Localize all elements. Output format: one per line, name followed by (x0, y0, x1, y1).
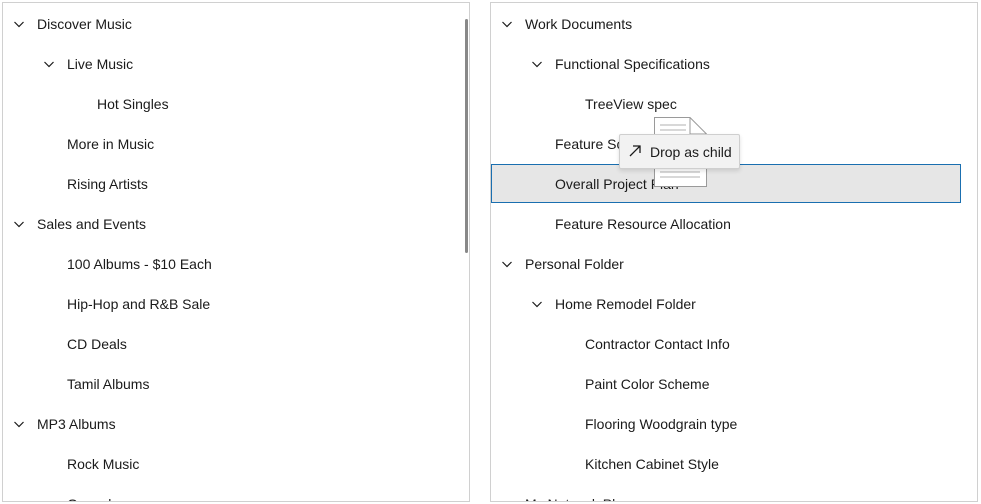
vertical-scrollbar[interactable] (465, 19, 468, 253)
left-tree-item[interactable]: More in Music (3, 124, 469, 164)
left-tree-item[interactable]: Discover Music (3, 4, 469, 44)
chevron-down-icon[interactable] (43, 58, 55, 70)
left-tree-item-label: Rising Artists (67, 176, 148, 192)
chevron-down-icon[interactable] (501, 498, 513, 501)
right-tree-item-label: Kitchen Cabinet Style (585, 456, 719, 472)
right-tree-item[interactable]: TreeView spec (491, 84, 977, 124)
right-tree-item[interactable]: Feature Resource Allocation (491, 204, 977, 244)
left-tree-item[interactable]: Rock Music (3, 444, 469, 484)
left-tree-item[interactable]: MP3 Albums (3, 404, 469, 444)
chevron-down-icon[interactable] (13, 18, 25, 30)
drop-tooltip: Drop as child (619, 134, 740, 169)
left-tree-item-label: Discover Music (37, 16, 132, 32)
chevron-down-icon[interactable] (13, 218, 25, 230)
left-tree-item-label: Rock Music (67, 456, 140, 472)
left-tree-item-label: CD Deals (67, 336, 127, 352)
right-tree-item[interactable]: Contractor Contact Info (491, 324, 977, 364)
left-tree-item-label: More in Music (67, 136, 155, 152)
right-tree-item[interactable]: Functional Specifications (491, 44, 977, 84)
right-tree-item-label: TreeView spec (585, 96, 677, 112)
chevron-down-icon[interactable] (501, 258, 513, 270)
right-tree-item[interactable]: Home Remodel Folder (491, 284, 977, 324)
right-tree-item[interactable]: Personal Folder (491, 244, 977, 284)
right-tree-item-label: Flooring Woodgrain type (585, 416, 738, 432)
right-tree-item[interactable]: Flooring Woodgrain type (491, 404, 977, 444)
left-tree-item-label: Gospel (67, 495, 111, 501)
right-tree-item[interactable]: Kitchen Cabinet Style (491, 444, 977, 484)
left-tree-item[interactable]: Hip-Hop and R&B Sale (3, 284, 469, 324)
left-tree-item[interactable]: 100 Albums - $10 Each (3, 244, 469, 284)
left-tree-panel: Discover Music Live Music Hot Singles More … (2, 2, 470, 502)
left-tree-item[interactable]: Live Music (3, 44, 469, 84)
right-tree-item[interactable]: Overall Project Plan (491, 164, 977, 204)
left-tree-item-label: Hot Singles (97, 96, 169, 112)
right-tree-item-label: Work Documents (525, 16, 633, 32)
right-tree-panel: Work Documents Functional Specifications T… (490, 2, 978, 502)
chevron-down-icon[interactable] (531, 298, 543, 310)
right-tree-item-label: Paint Color Scheme (585, 376, 710, 392)
left-tree-item-label: Sales and Events (37, 216, 146, 232)
arrow-up-right-icon (628, 144, 642, 158)
left-tree-item[interactable]: Hot Singles (3, 84, 469, 124)
left-tree-item-label: Hip-Hop and R&B Sale (67, 296, 211, 312)
right-tree-item[interactable]: Paint Color Scheme (491, 364, 977, 404)
left-tree-item[interactable]: Rising Artists (3, 164, 469, 204)
right-tree-item-label: Contractor Contact Info (585, 336, 730, 352)
left-tree-item-label: Tamil Albums (67, 376, 150, 392)
left-tree-item-label: Live Music (67, 56, 134, 72)
right-tree-item[interactable]: Work Documents (491, 4, 977, 44)
left-tree-item[interactable]: CD Deals (3, 324, 469, 364)
right-tree-item[interactable]: My Network Places (491, 484, 977, 501)
right-tree-item-label: Feature Resource Allocation (555, 216, 731, 232)
right-tree-item-label: My Network Places (525, 495, 645, 501)
left-tree-item[interactable]: Sales and Events (3, 204, 469, 244)
right-tree-item-label: Personal Folder (525, 256, 624, 272)
chevron-down-icon[interactable] (501, 18, 513, 30)
right-tree-item-label: Home Remodel Folder (555, 296, 696, 312)
chevron-down-icon[interactable] (531, 58, 543, 70)
left-tree-item-label: MP3 Albums (37, 416, 116, 432)
drop-tooltip-text: Drop as child (650, 144, 732, 160)
right-tree-item-label: Functional Specifications (555, 56, 710, 72)
chevron-down-icon[interactable] (13, 418, 25, 430)
left-tree-item-label: 100 Albums - $10 Each (67, 256, 212, 272)
left-tree-item[interactable]: Tamil Albums (3, 364, 469, 404)
left-tree-item[interactable]: Gospel (3, 484, 469, 501)
